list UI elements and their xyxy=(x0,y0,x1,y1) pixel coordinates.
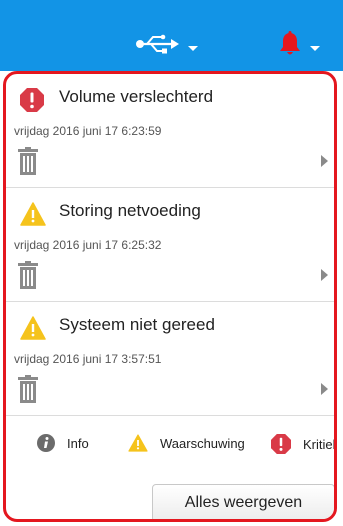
legend-critical: Kritiek xyxy=(271,434,337,454)
legend-warning: Waarschuwing xyxy=(128,434,245,452)
alert-title: Volume verslechterd xyxy=(59,87,214,106)
show-all-button[interactable]: Alles weergeven xyxy=(152,484,334,519)
bell-icon xyxy=(278,30,302,62)
usb-menu-button[interactable] xyxy=(136,33,216,59)
alert-title: Systeem niet gereed xyxy=(59,315,215,334)
trash-icon[interactable] xyxy=(18,375,38,403)
alert-item[interactable]: Storing netvoeding vrijdag 2016 juni 17 … xyxy=(6,188,334,302)
alert-timestamp: vrijdag 2016 juni 17 3:57:51 xyxy=(14,352,162,366)
legend-info: Info xyxy=(37,434,89,452)
alerts-menu-button[interactable] xyxy=(278,30,334,62)
alert-item[interactable]: Systeem niet gereed vrijdag 2016 juni 17… xyxy=(6,302,334,416)
legend-critical-label: Kritiek xyxy=(303,436,337,452)
chevron-down-icon xyxy=(310,45,320,51)
warning-icon xyxy=(20,316,46,340)
alerts-panel: Volume verslechterd vrijdag 2016 juni 17… xyxy=(3,71,337,522)
info-icon xyxy=(37,434,55,452)
chevron-right-icon[interactable] xyxy=(321,155,328,167)
usb-icon xyxy=(136,34,180,59)
legend-warning-label: Waarschuwing xyxy=(160,435,245,451)
chevron-right-icon[interactable] xyxy=(321,383,328,395)
trash-icon[interactable] xyxy=(18,261,38,289)
alert-timestamp: vrijdag 2016 juni 17 6:23:59 xyxy=(14,124,162,138)
legend-info-label: Info xyxy=(67,435,89,451)
warning-icon xyxy=(128,434,148,452)
alert-item[interactable]: Volume verslechterd vrijdag 2016 juni 17… xyxy=(6,74,334,188)
trash-icon[interactable] xyxy=(18,147,38,175)
top-bar xyxy=(0,0,343,71)
critical-icon xyxy=(20,88,44,112)
warning-icon xyxy=(20,202,46,226)
alert-title: Storing netvoeding xyxy=(59,201,201,220)
severity-legend: Info Waarschuwing Kritiek xyxy=(6,424,334,468)
alert-timestamp: vrijdag 2016 juni 17 6:25:32 xyxy=(14,238,162,252)
critical-icon xyxy=(271,434,291,454)
chevron-right-icon[interactable] xyxy=(321,269,328,281)
chevron-down-icon xyxy=(188,45,198,51)
